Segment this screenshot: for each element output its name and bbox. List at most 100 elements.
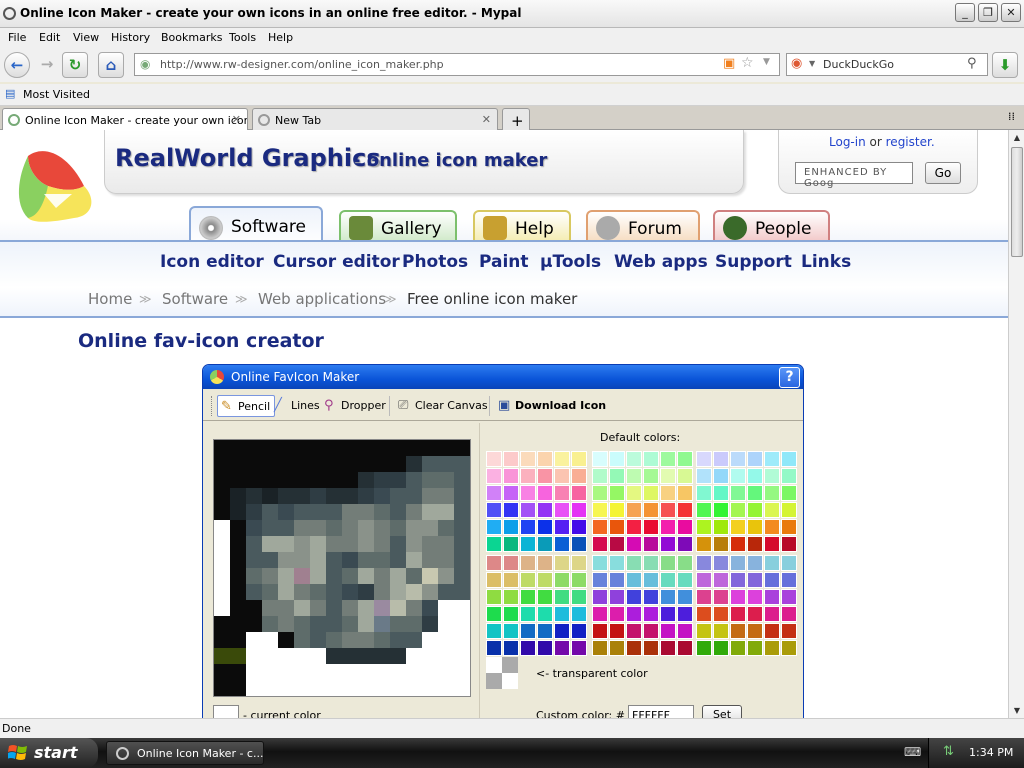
palette-swatch[interactable] bbox=[696, 536, 712, 552]
canvas-pixel[interactable] bbox=[214, 552, 230, 568]
palette-swatch[interactable] bbox=[571, 502, 587, 518]
palette-swatch[interactable] bbox=[660, 606, 676, 622]
canvas-pixel[interactable] bbox=[310, 488, 326, 504]
canvas-pixel[interactable] bbox=[342, 504, 358, 520]
subnav-paint[interactable]: Paint bbox=[479, 252, 529, 272]
palette-swatch[interactable] bbox=[696, 589, 712, 605]
canvas-pixel[interactable] bbox=[406, 488, 422, 504]
canvas-pixel[interactable] bbox=[438, 680, 454, 696]
canvas-pixel[interactable] bbox=[374, 568, 390, 584]
canvas-pixel[interactable] bbox=[374, 472, 390, 488]
canvas-pixel[interactable] bbox=[278, 440, 294, 456]
canvas-pixel[interactable] bbox=[326, 488, 342, 504]
canvas-pixel[interactable] bbox=[310, 504, 326, 520]
palette-swatch[interactable] bbox=[571, 640, 587, 656]
minimize-button[interactable]: _ bbox=[955, 3, 975, 22]
canvas-pixel[interactable] bbox=[406, 504, 422, 520]
canvas-pixel[interactable] bbox=[454, 632, 470, 648]
palette-swatch[interactable] bbox=[537, 485, 553, 501]
canvas-pixel[interactable] bbox=[438, 600, 454, 616]
palette-swatch[interactable] bbox=[643, 468, 659, 484]
close-button[interactable]: ✕ bbox=[1001, 3, 1021, 22]
canvas-pixel[interactable] bbox=[262, 456, 278, 472]
palette-swatch[interactable] bbox=[764, 536, 780, 552]
canvas-pixel[interactable] bbox=[422, 552, 438, 568]
palette-swatch[interactable] bbox=[626, 536, 642, 552]
palette-swatch[interactable] bbox=[520, 640, 536, 656]
palette-swatch[interactable] bbox=[520, 606, 536, 622]
canvas-pixel[interactable] bbox=[230, 456, 246, 472]
canvas-pixel[interactable] bbox=[374, 456, 390, 472]
canvas-pixel[interactable] bbox=[230, 680, 246, 696]
lines-tool-button[interactable]: ╱ Lines bbox=[271, 395, 324, 417]
palette-swatch[interactable] bbox=[781, 606, 797, 622]
canvas-pixel[interactable] bbox=[326, 520, 342, 536]
canvas-pixel[interactable] bbox=[406, 600, 422, 616]
canvas-pixel[interactable] bbox=[326, 536, 342, 552]
canvas-pixel[interactable] bbox=[454, 440, 470, 456]
canvas-pixel[interactable] bbox=[310, 536, 326, 552]
canvas-pixel[interactable] bbox=[278, 680, 294, 696]
palette-swatch[interactable] bbox=[713, 451, 729, 467]
canvas-pixel[interactable] bbox=[294, 600, 310, 616]
palette-swatch[interactable] bbox=[643, 502, 659, 518]
canvas-pixel[interactable] bbox=[246, 680, 262, 696]
palette-swatch[interactable] bbox=[486, 485, 502, 501]
palette-swatch[interactable] bbox=[592, 572, 608, 588]
canvas-pixel[interactable] bbox=[390, 456, 406, 472]
palette-swatch[interactable] bbox=[730, 589, 746, 605]
palette-swatch[interactable] bbox=[609, 502, 625, 518]
canvas-pixel[interactable] bbox=[246, 584, 262, 600]
canvas-pixel[interactable] bbox=[262, 472, 278, 488]
canvas-pixel[interactable] bbox=[246, 488, 262, 504]
palette-swatch[interactable] bbox=[537, 451, 553, 467]
palette-swatch[interactable] bbox=[713, 589, 729, 605]
canvas-pixel[interactable] bbox=[422, 504, 438, 520]
palette-swatch[interactable] bbox=[730, 623, 746, 639]
most-visited-link[interactable]: Most Visited bbox=[23, 88, 90, 101]
palette-swatch[interactable] bbox=[747, 536, 763, 552]
palette-swatch[interactable] bbox=[554, 640, 570, 656]
palette-swatch[interactable] bbox=[592, 519, 608, 535]
palette-swatch[interactable] bbox=[571, 485, 587, 501]
palette-swatch[interactable] bbox=[503, 572, 519, 588]
subnav-icon-editor[interactable]: Icon editor bbox=[160, 252, 264, 272]
canvas-pixel[interactable] bbox=[310, 584, 326, 600]
forward-button[interactable]: → bbox=[34, 52, 60, 78]
canvas-pixel[interactable] bbox=[310, 520, 326, 536]
help-button[interactable]: ? bbox=[779, 367, 800, 388]
canvas-pixel[interactable] bbox=[294, 536, 310, 552]
palette-swatch[interactable] bbox=[677, 536, 693, 552]
palette-swatch[interactable] bbox=[537, 589, 553, 605]
breadcrumb-software[interactable]: Software bbox=[162, 290, 228, 308]
canvas-pixel[interactable] bbox=[326, 616, 342, 632]
canvas-pixel[interactable] bbox=[310, 648, 326, 664]
canvas-pixel[interactable] bbox=[438, 568, 454, 584]
canvas-pixel[interactable] bbox=[278, 472, 294, 488]
canvas-pixel[interactable] bbox=[358, 648, 374, 664]
canvas-pixel[interactable] bbox=[438, 664, 454, 680]
palette-swatch[interactable] bbox=[677, 640, 693, 656]
canvas-pixel[interactable] bbox=[230, 648, 246, 664]
palette-swatch[interactable] bbox=[626, 468, 642, 484]
canvas-pixel[interactable] bbox=[454, 680, 470, 696]
palette-swatch[interactable] bbox=[643, 606, 659, 622]
palette-swatch[interactable] bbox=[730, 485, 746, 501]
canvas-pixel[interactable] bbox=[390, 488, 406, 504]
canvas-pixel[interactable] bbox=[214, 568, 230, 584]
canvas-pixel[interactable] bbox=[278, 520, 294, 536]
palette-swatch[interactable] bbox=[554, 468, 570, 484]
canvas-pixel[interactable] bbox=[454, 504, 470, 520]
palette-swatch[interactable] bbox=[503, 485, 519, 501]
canvas-pixel[interactable] bbox=[278, 552, 294, 568]
canvas-pixel[interactable] bbox=[406, 648, 422, 664]
canvas-pixel[interactable] bbox=[214, 616, 230, 632]
canvas-pixel[interactable] bbox=[294, 456, 310, 472]
canvas-pixel[interactable] bbox=[342, 648, 358, 664]
home-button[interactable]: ⌂ bbox=[98, 52, 124, 78]
palette-swatch[interactable] bbox=[503, 451, 519, 467]
canvas-pixel[interactable] bbox=[358, 680, 374, 696]
palette-swatch[interactable] bbox=[554, 519, 570, 535]
network-icon[interactable]: ⇅ bbox=[943, 744, 954, 759]
palette-swatch[interactable] bbox=[486, 640, 502, 656]
